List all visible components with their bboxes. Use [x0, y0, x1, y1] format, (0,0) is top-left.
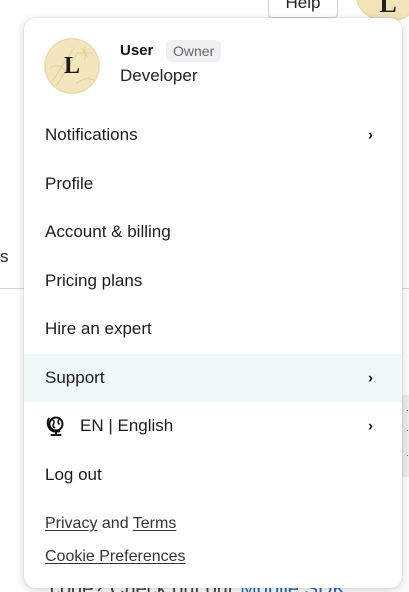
menu-item-label: Hire an expert: [45, 319, 152, 338]
menu-item-log-out[interactable]: Log out: [24, 451, 402, 499]
user-avatar-letter: L: [63, 52, 80, 79]
menu-item-label: Notifications: [45, 125, 138, 144]
legal-links: Privacy and Terms: [45, 515, 176, 533]
background-partial-text: s: [0, 247, 9, 266]
menu-item-label: Log out: [45, 465, 102, 484]
menu-item-label: Account & billing: [45, 222, 171, 241]
user-name: User: [120, 42, 154, 59]
menu-item-pricing-plans[interactable]: Pricing plans: [24, 257, 402, 305]
menu-item-account-billing[interactable]: Account & billing: [24, 208, 402, 256]
menu-item-profile[interactable]: Profile: [24, 160, 402, 208]
menu-item-language[interactable]: EN | English ›: [24, 402, 402, 450]
terms-link[interactable]: Terms: [133, 515, 177, 532]
user-role: Developer: [120, 66, 198, 85]
user-avatar: L: [44, 38, 100, 94]
menu-item-label: Profile: [45, 174, 94, 193]
help-button[interactable]: Help: [268, 0, 338, 18]
privacy-link[interactable]: Privacy: [45, 515, 97, 532]
account-dropdown-menu: L User Owner Developer Notifications › P…: [24, 18, 402, 588]
legal-and-text: and: [101, 515, 129, 532]
menu-item-label: Support: [45, 368, 105, 387]
chevron-right-icon: ›: [368, 126, 373, 144]
role-badge: Owner: [166, 40, 222, 62]
header-avatar-letter: L: [379, 0, 397, 18]
page: Help L s · · · code? Check out our Mobil…: [0, 0, 409, 592]
background-divider-right: [402, 288, 409, 289]
menu-item-label: Pricing plans: [45, 271, 143, 290]
menu-item-hire-expert[interactable]: Hire an expert: [24, 305, 402, 353]
menu-item-label: EN | English: [80, 416, 174, 435]
chevron-right-icon: ›: [368, 417, 373, 435]
chevron-right-icon: ›: [368, 369, 373, 387]
menu-item-support[interactable]: Support ›: [24, 354, 402, 402]
user-summary: L User Owner Developer: [44, 38, 384, 94]
background-divider-left: [0, 288, 24, 289]
globe-icon: [45, 415, 67, 437]
cookie-preferences-row: Cookie Preferences: [45, 548, 186, 566]
menu-item-notifications[interactable]: Notifications ›: [24, 111, 402, 159]
help-label: Help: [285, 0, 321, 12]
cookie-preferences-link[interactable]: Cookie Preferences: [45, 548, 186, 565]
